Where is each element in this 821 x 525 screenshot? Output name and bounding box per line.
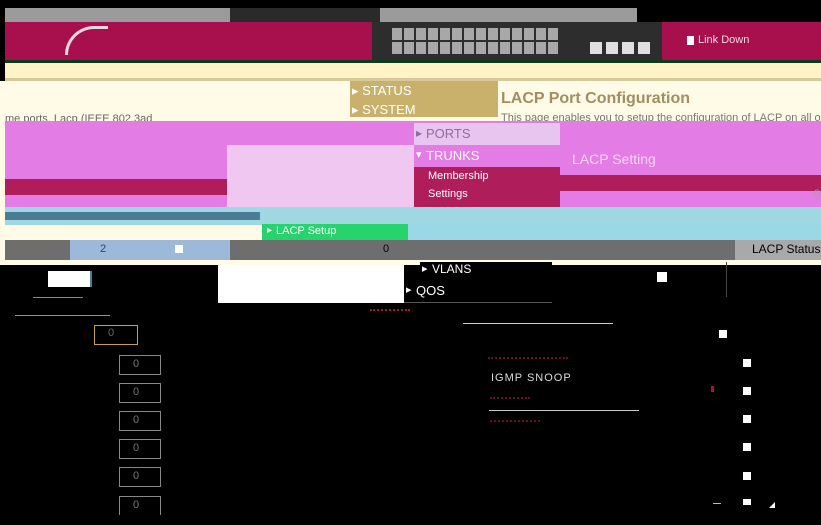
legend-panel: Link Down [662,22,821,60]
status-checkbox[interactable] [743,359,751,367]
chevron-right-icon: ▸ [416,126,423,140]
lacp-row-key: 2 [100,243,107,255]
priority-box[interactable]: 0 [119,355,161,375]
red-dot-1 [488,357,568,361]
chevron-right-icon: ▸ [422,263,428,275]
red-dots [370,309,410,313]
bullet-icon: ▸ [267,225,273,236]
priority-box[interactable]: 0 [119,467,161,487]
link-down-label: Link Down [698,34,750,46]
status-checkbox[interactable] [743,499,751,505]
lacp-row-value: 0 [383,243,390,255]
divider-line-2 [489,410,639,411]
yellow-box-label: 0 [108,327,115,339]
pink-band-left [5,145,227,207]
left-small-box[interactable] [48,271,92,287]
menu-lacp-setup[interactable]: ▸ LACP Setup [262,224,408,240]
port-row-bottom [392,42,560,54]
chevron-right-icon: ▸ [352,102,363,117]
lacp-setup-cyan-right [408,224,821,240]
pink-band [5,121,821,145]
status-checkbox[interactable] [719,330,727,338]
logo-swoosh [65,26,108,55]
lacp-row-checkbox[interactable] [175,245,183,253]
left-line [33,297,83,298]
header-top-strip-dark [230,8,380,22]
green-divider [15,315,110,316]
page-title: LACP Port Configuration [501,90,691,107]
divider-line-1 [463,323,613,324]
sfp-ports [590,42,650,54]
chevron-down-icon: ▾ [416,149,422,161]
menu-qos[interactable]: ▸ QOS [404,280,552,302]
dash-icon [713,503,721,504]
priority-box[interactable]: 0 [119,383,161,403]
sub-header-bar [5,63,821,78]
red-dot-2 [490,420,540,424]
menu-membership[interactable]: Membership [428,170,489,182]
priority-box[interactable]: 0 [119,439,161,459]
switch-ports-panel [372,22,662,60]
maroon-stripe-right [560,175,821,191]
menu-vlans[interactable]: ▸ VLANS [420,262,552,276]
lacp-setting-header: LACP Setting [572,151,656,167]
status-checkbox[interactable] [743,443,751,451]
lacp-setup-dark-left [5,212,260,220]
priority-box[interactable]: 0 [119,411,161,431]
submenu-trunks[interactable]: ▾ TRUNKS [414,145,560,167]
lacp-status-header: LACP Status [752,242,821,256]
status-checkbox[interactable] [743,387,751,395]
divider-qos [404,302,552,303]
maroon-stripe [5,179,227,195]
white-block [218,265,404,303]
menu-settings[interactable]: Settings [428,188,468,200]
corner-arrow-icon [769,502,775,508]
right-rect-outline [556,262,727,297]
red-dot-3 [490,397,530,401]
yellow-box [94,325,138,345]
chevron-right-icon: ▸ [406,284,412,296]
menu-igmp-snoop[interactable]: IGMP SNOOP [491,372,572,384]
lacp-right-value: 0 [814,188,821,200]
lacp-row-blue [70,240,230,260]
link-down-indicator-icon [687,36,694,45]
submenu-ports[interactable]: ▸ PORTS [414,123,560,145]
logo-panel [5,22,372,60]
mid-panel [227,145,414,207]
chevron-right-icon: ▸ [352,83,363,98]
priority-box[interactable]: 0 [119,496,161,515]
menu-system[interactable]: ▸ SYSTEM [352,102,416,118]
status-checkbox[interactable] [743,415,751,423]
port-row-top [392,28,560,40]
menu-status[interactable]: ▸ STATUS [352,83,412,99]
status-checkbox[interactable] [743,472,751,480]
red-marker-icon [711,386,714,392]
